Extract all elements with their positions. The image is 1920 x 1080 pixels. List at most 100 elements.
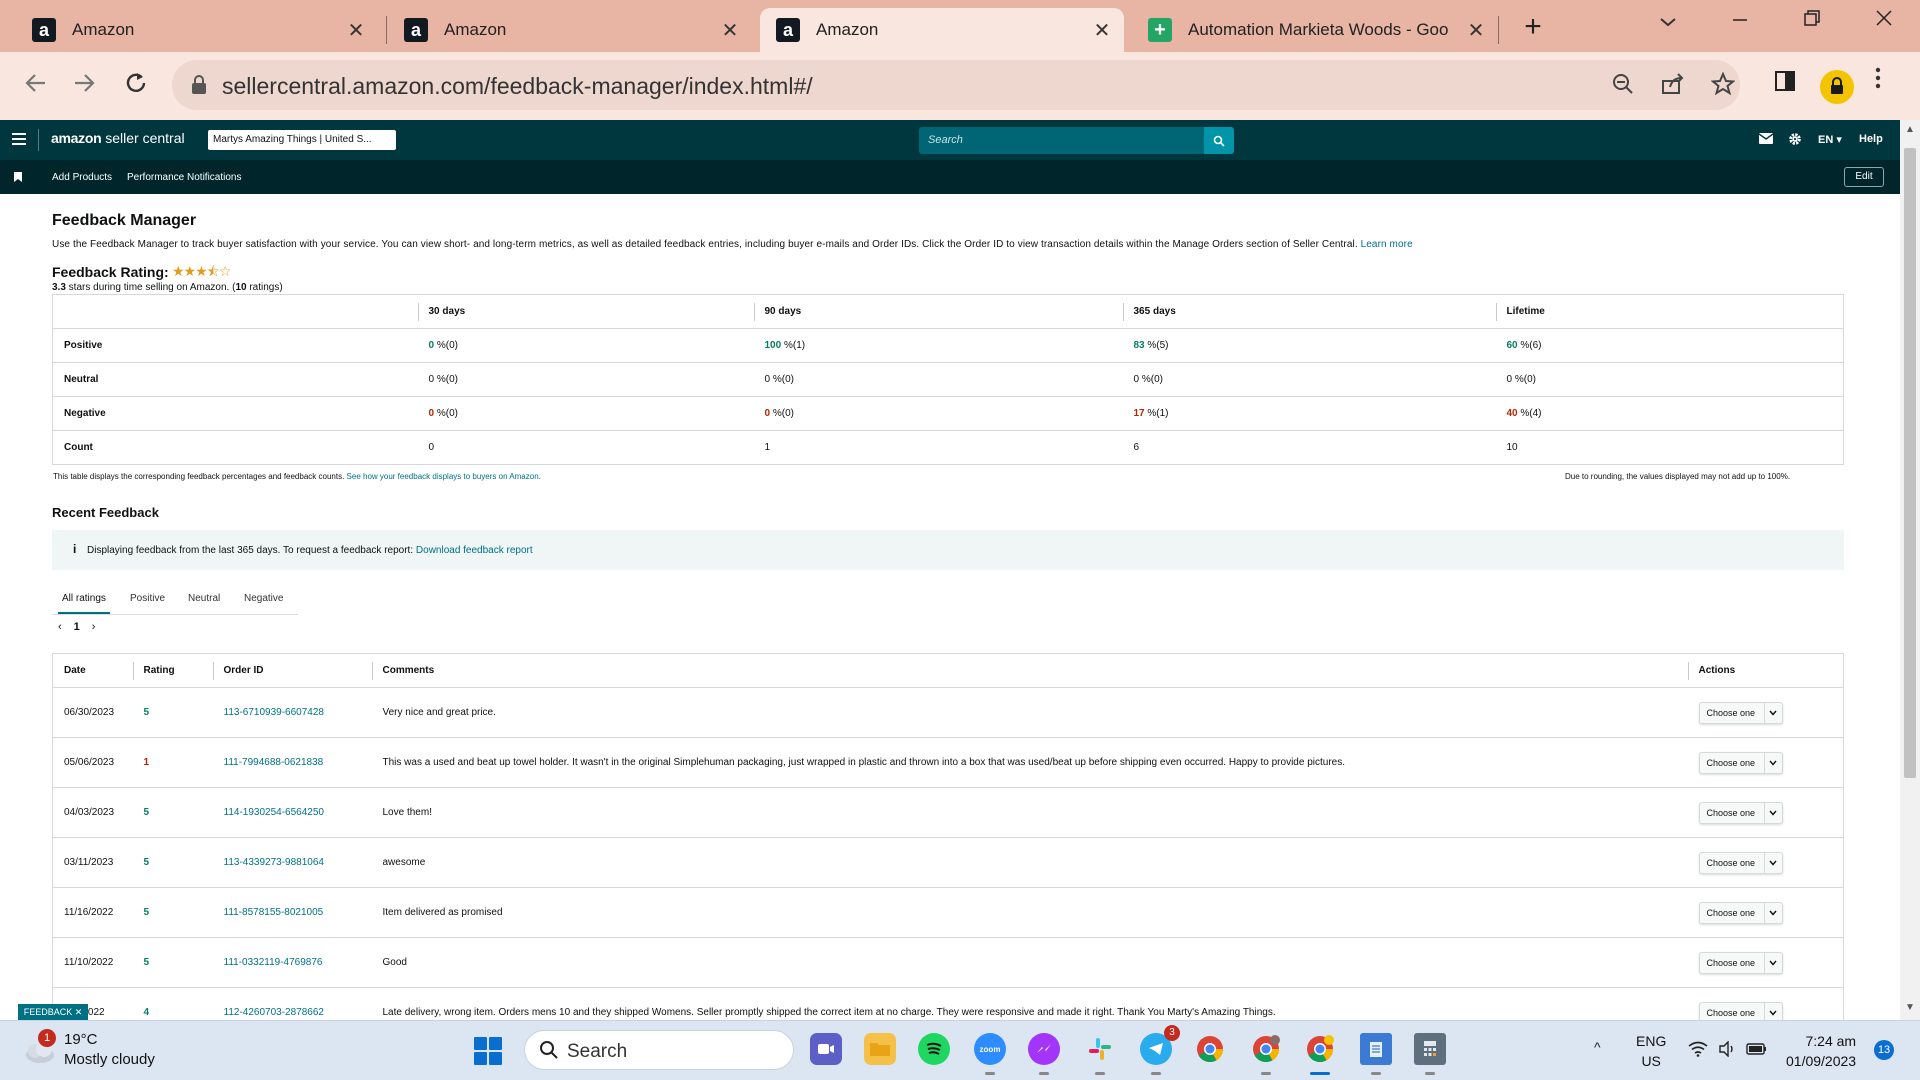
recent-feedback-table: Date Rating Order ID Comments Actions 06… [52,653,1844,1020]
prev-page-icon[interactable]: ‹ [58,621,62,633]
hamburger-menu-icon[interactable] [12,133,26,145]
back-arrow-icon[interactable] [20,70,52,102]
file-explorer-icon[interactable] [864,1033,896,1065]
order-id-link[interactable]: 111-8578155-8021005 [212,887,372,938]
windows-start-icon[interactable] [474,1037,502,1065]
messenger-icon[interactable] [1028,1033,1060,1075]
calculator-icon[interactable] [1414,1033,1446,1075]
choose-action-dropdown[interactable]: Choose one [1698,851,1783,874]
browser-tab-4[interactable]: + Automation Markieta Woods - Goo ✕ [1132,8,1498,52]
close-tab-icon[interactable]: ✕ [1092,18,1112,43]
close-tab-icon[interactable]: ✕ [1466,18,1486,43]
learn-more-link[interactable]: Learn more [1361,239,1413,250]
spotify-icon[interactable] [918,1033,950,1065]
scroll-up-icon[interactable]: ▲ [1905,124,1915,135]
download-report-link[interactable]: Download feedback report [416,545,533,556]
scrollbar-thumb[interactable] [1904,148,1916,778]
chrome-icon[interactable] [1194,1033,1226,1065]
page-number[interactable]: 1 [74,621,80,633]
table-row: 06/30/2023 5 113-6710939-6607428 Very nice … [52,687,1844,738]
wifi-icon[interactable] [1688,1041,1708,1060]
choose-action-dropdown[interactable]: Choose one [1698,701,1783,724]
lock-icon[interactable] [190,74,208,96]
tab-all-ratings[interactable]: All ratings [58,593,110,614]
summary-percent: 100 [764,340,782,351]
url-text[interactable]: sellercentral.amazon.com/feedback-manage… [222,73,813,100]
order-id-link[interactable]: 113-6710939-6607428 [212,687,372,738]
zoom-icon[interactable]: zoom [974,1033,1006,1075]
feedback-display-link[interactable]: See how your feedback displays to buyers… [347,472,541,481]
tab-search-chevron-icon[interactable] [1648,8,1688,34]
weather-temperature[interactable]: 19°C [64,1031,98,1048]
teams-icon[interactable] [810,1033,842,1065]
page-scrollbar[interactable]: ▲ ▼ [1900,120,1920,1020]
taskbar-search[interactable]: Search [524,1030,794,1070]
minimize-icon[interactable] [1720,8,1760,34]
choose-action-dropdown[interactable]: Choose one [1698,901,1783,924]
seller-central-search-input[interactable]: Search [919,127,1204,154]
tab-positive[interactable]: Positive [130,593,165,604]
close-tab-icon[interactable]: ✕ [346,18,366,43]
system-clock[interactable]: 7:24 am 01/09/2023 [1786,1031,1856,1071]
close-tab-icon[interactable]: ✕ [720,18,740,43]
telegram-icon[interactable]: 3 [1140,1025,1180,1075]
browser-tab-1[interactable]: a Amazon ✕ [16,8,378,52]
browser-tab-3-active[interactable]: a Amazon ✕ [760,8,1124,52]
page-title: Feedback Manager [52,212,197,229]
weather-description[interactable]: Mostly cloudy [64,1051,155,1068]
bookmark-icon[interactable] [14,172,22,182]
tray-chevron-icon[interactable]: ^ [1594,1039,1601,1055]
battery-icon[interactable] [1746,1041,1768,1060]
choose-action-dropdown[interactable]: Choose one [1698,801,1783,824]
reload-icon[interactable] [120,70,152,102]
input-language-indicator[interactable]: ENG US [1636,1031,1666,1071]
browser-tab-2[interactable]: a Amazon ✕ [388,8,752,52]
order-id-link[interactable]: 111-7994688-0621838 [212,737,372,788]
restore-icon[interactable] [1792,8,1832,34]
forward-arrow-icon[interactable] [68,70,100,102]
zoom-icon[interactable] [1608,72,1638,103]
tab-neutral[interactable]: Neutral [188,593,220,604]
edit-nav-button[interactable]: Edit [1844,167,1884,187]
order-id-link[interactable]: 111-0332119-4769876 [212,937,372,988]
summary-header-row: 30 days 90 days 365 days Lifetime [52,294,1844,329]
volume-icon[interactable] [1718,1040,1736,1060]
address-bar[interactable]: sellercentral.amazon.com/feedback-manage… [172,60,1740,110]
help-link[interactable]: Help [1859,133,1883,145]
mail-icon[interactable] [1758,133,1774,147]
side-panel-icon[interactable] [1774,70,1796,97]
choose-action-label: Choose one [1706,707,1756,718]
profile-avatar[interactable] [1820,70,1854,104]
choose-action-dropdown[interactable]: Choose one [1698,1001,1783,1020]
notification-count-badge[interactable]: 13 [1874,1040,1894,1060]
browser-menu-icon[interactable] [1874,66,1882,97]
performance-notifications-link[interactable]: Performance Notifications [127,172,242,183]
order-id-link[interactable]: 113-4339273-9881064 [212,837,372,888]
store-selector[interactable]: Martys Amazing Things | United S... [208,130,396,150]
new-tab-button[interactable]: + [1516,12,1550,42]
add-products-link[interactable]: Add Products [52,172,112,183]
scroll-down-icon[interactable]: ▼ [1905,1002,1915,1013]
search-button[interactable] [1204,127,1234,154]
order-id-link[interactable]: 114-1930254-6564250 [212,787,372,838]
slack-icon[interactable] [1084,1033,1116,1075]
feedback-date: 11/16/2022 [52,887,133,938]
feedback-widget-tab[interactable]: FEEDBACK ✕ [18,1004,88,1020]
bookmark-star-icon[interactable] [1708,71,1738,103]
chrome-active-icon[interactable] [1304,1033,1336,1075]
next-page-icon[interactable]: › [92,621,96,633]
close-window-icon[interactable] [1864,8,1904,34]
actions-cell: Choose one [1687,687,1844,738]
tab-divider [386,16,387,44]
notepad-icon[interactable] [1360,1033,1392,1075]
seller-central-logo[interactable]: amazon seller central [51,130,185,146]
share-icon[interactable] [1658,72,1688,103]
choose-action-dropdown[interactable]: Choose one [1698,751,1783,774]
running-indicator [1261,1072,1271,1075]
choose-action-dropdown[interactable]: Choose one [1698,951,1783,974]
language-selector[interactable]: EN ▾ [1818,133,1842,146]
order-id-link[interactable]: 112-4260703-2878662 [212,987,372,1020]
settings-gear-icon[interactable] [1788,132,1802,149]
tab-negative[interactable]: Negative [244,593,283,604]
chrome-profile-c-icon[interactable] [1250,1033,1282,1075]
